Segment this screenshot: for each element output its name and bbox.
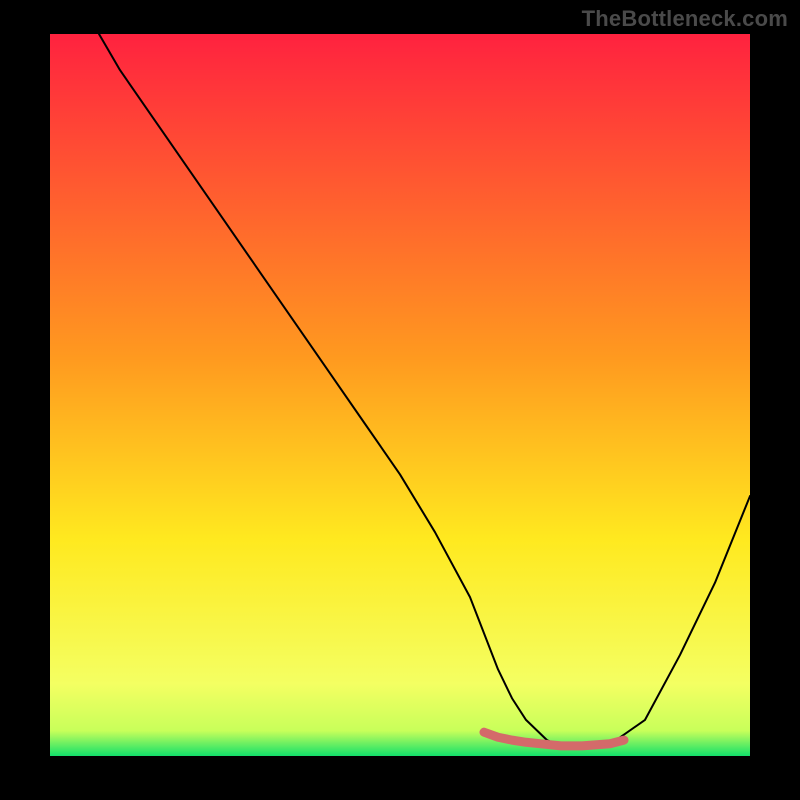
chart-frame: TheBottleneck.com: [0, 0, 800, 800]
bottleneck-chart: [50, 34, 750, 756]
gradient-background: [50, 34, 750, 756]
watermark-text: TheBottleneck.com: [582, 6, 788, 32]
